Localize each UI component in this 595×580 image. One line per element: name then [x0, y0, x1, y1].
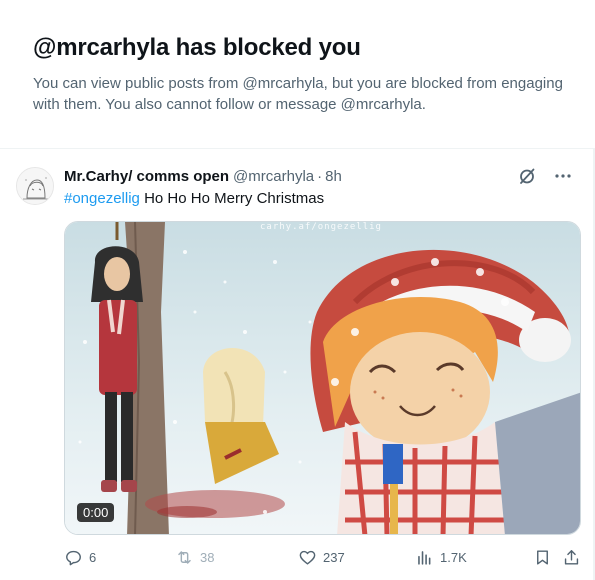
- views-icon: [418, 550, 431, 565]
- tweet-text: #ongezellig Ho Ho Ho Merry Christmas: [64, 189, 324, 209]
- reply-button[interactable]: 6: [64, 545, 96, 569]
- blocked-banner: @mrcarhyla has blocked you You can view …: [0, 0, 595, 148]
- tweet-actions: 6 38 237 1.7K: [64, 545, 584, 569]
- more-icon[interactable]: [551, 164, 575, 188]
- avatar[interactable]: [16, 167, 54, 205]
- handle[interactable]: @mrcarhyla: [233, 168, 314, 185]
- blocked-title: @mrcarhyla has blocked you: [33, 34, 361, 61]
- reply-icon: [66, 550, 81, 565]
- tweet-top-icons: [515, 164, 575, 188]
- video-duration: 0:00: [77, 503, 115, 522]
- video-player[interactable]: carhy.af/ongezellig 0:00: [64, 221, 581, 535]
- tweet-header: Mr.Carhy/ comms open @mrcarhyla · 8h: [64, 166, 342, 186]
- grok-icon[interactable]: [515, 164, 539, 188]
- tweet[interactable]: Mr.Carhy/ comms open @mrcarhyla · 8h #on…: [0, 149, 593, 580]
- tweet-body: Ho Ho Ho Merry Christmas: [139, 190, 325, 207]
- views-count: 1.7K: [440, 549, 467, 565]
- hashtag-link[interactable]: #ongezellig: [64, 190, 140, 207]
- reply-count: 6: [89, 549, 97, 565]
- like-count: 237: [323, 549, 345, 565]
- bookmark-button[interactable]: [533, 545, 552, 569]
- share-button[interactable]: [562, 545, 581, 569]
- like-button[interactable]: 237: [298, 545, 345, 569]
- repost-icon: [178, 550, 191, 564]
- repost-button[interactable]: 38: [175, 545, 214, 569]
- views-button[interactable]: 1.7K: [415, 545, 467, 569]
- like-icon: [299, 550, 316, 565]
- separator: ·: [317, 167, 323, 185]
- bookmark-icon: [537, 549, 548, 565]
- timestamp[interactable]: 8h: [325, 168, 342, 185]
- video-watermark: carhy.af/ongezellig: [260, 222, 382, 232]
- video-thumbnail: [65, 222, 580, 534]
- display-name[interactable]: Mr.Carhy/ comms open: [64, 168, 229, 185]
- repost-count: 38: [200, 549, 215, 565]
- share-icon: [564, 549, 579, 565]
- blocked-description: You can view public posts from @mrcarhyl…: [33, 75, 563, 113]
